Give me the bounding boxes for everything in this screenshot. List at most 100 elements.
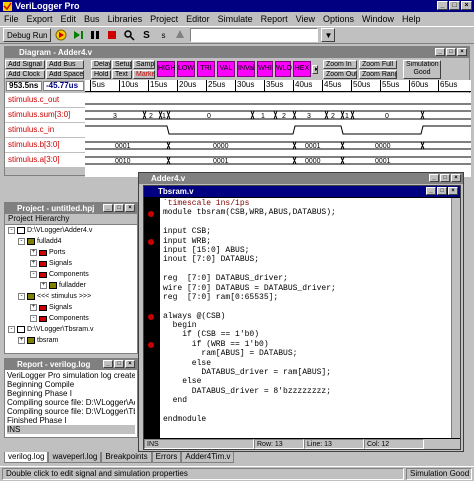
pattern-tri-button[interactable]: TRI xyxy=(197,61,215,77)
module-icon xyxy=(27,293,35,300)
pattern-hex-button[interactable]: HEX xyxy=(293,61,311,77)
adder4-close[interactable]: × xyxy=(451,174,461,182)
menu-edit[interactable]: Edit xyxy=(61,14,77,24)
tree-node[interactable]: - Components xyxy=(30,314,89,323)
pattern-low-button[interactable]: LOW xyxy=(177,61,195,77)
menu-export[interactable]: Export xyxy=(27,14,53,24)
adder4-maximize[interactable]: □ xyxy=(440,174,450,182)
menu-libraries[interactable]: Libraries xyxy=(108,14,143,24)
marker-button[interactable]: Marker xyxy=(133,70,155,79)
tree-node[interactable]: + Signals xyxy=(30,259,72,268)
editor-vertical-scrollbar[interactable] xyxy=(451,198,460,438)
breakpoint-icon[interactable] xyxy=(173,28,187,42)
menu-bus[interactable]: Bus xyxy=(84,14,100,24)
simulation-status-button[interactable]: Simulation Good xyxy=(403,60,441,79)
time-ruler[interactable]: 5us 10us 15us 20us 25us 30us 35us 40us 4… xyxy=(85,80,471,92)
zoom-out-button[interactable]: Zoom Out xyxy=(323,70,357,79)
pattern-inval-button[interactable]: INVal xyxy=(237,61,255,77)
menu-view[interactable]: View xyxy=(296,14,315,24)
project-close[interactable]: × xyxy=(125,204,135,212)
add-spacer-button[interactable]: Add Spacer xyxy=(46,70,84,79)
tab-errors[interactable]: Errors xyxy=(151,452,182,463)
tbsram-close[interactable]: × xyxy=(448,187,458,195)
project-maximize[interactable]: □ xyxy=(114,204,124,212)
menu-report[interactable]: Report xyxy=(261,14,288,24)
zoom-full-button[interactable]: Zoom Full xyxy=(359,60,397,69)
menu-help[interactable]: Help xyxy=(402,14,421,24)
s-toggle[interactable]: S xyxy=(139,28,153,42)
add-bus-button[interactable]: Add Bus xyxy=(46,60,84,69)
hold-button[interactable]: Hold xyxy=(91,70,111,79)
tbsram-minimize[interactable]: _ xyxy=(426,187,436,195)
zoom-in-button[interactable]: Zoom In xyxy=(323,60,357,69)
signal-name-c-out[interactable]: stimulus.c_out xyxy=(5,93,85,108)
diagram-maximize[interactable]: □ xyxy=(446,48,456,56)
pattern-high-button[interactable]: HIGH xyxy=(157,61,176,77)
menu-project[interactable]: Project xyxy=(150,14,178,24)
step-icon[interactable] xyxy=(71,28,85,42)
text-button[interactable]: Text xyxy=(112,70,132,79)
breakpoint-icon[interactable] xyxy=(148,314,154,320)
pattern-wlo-button[interactable]: WLO xyxy=(275,61,292,77)
waveform-area[interactable]: 3 2 1 0 1 2 3 2 1 1 0 0001 0000 0001 000… xyxy=(85,93,471,177)
diagram-close[interactable]: × xyxy=(457,48,467,56)
close-button[interactable]: × xyxy=(461,1,472,10)
toolbar-search-input[interactable] xyxy=(190,28,319,42)
tab-breakpoints[interactable]: Breakpoints xyxy=(101,452,152,463)
pause-icon[interactable] xyxy=(88,28,102,42)
signal-name-sum[interactable]: stimulus.sum[3:0] xyxy=(5,108,85,123)
adder4-minimize[interactable]: _ xyxy=(429,174,439,182)
pattern-val-button[interactable]: VAL xyxy=(217,61,235,77)
code-editor[interactable]: `timescale 1ns/1ps module tbsram(CSB,WRB… xyxy=(160,198,452,438)
report-close[interactable]: × xyxy=(125,360,135,368)
s-lower-icon[interactable]: s xyxy=(156,28,170,42)
report-minimize[interactable]: _ xyxy=(103,360,113,368)
find-icon[interactable] xyxy=(122,28,136,42)
setup-button[interactable]: Setup xyxy=(112,60,132,69)
tree-node[interactable]: + tbsram xyxy=(18,336,58,345)
stop-icon[interactable] xyxy=(105,28,119,42)
breakpoint-icon[interactable] xyxy=(148,342,154,348)
wave-a-bus xyxy=(85,156,471,165)
tree-node[interactable]: - D:\VLogger\Adder4.v xyxy=(8,226,92,235)
tree-node[interactable]: - Components xyxy=(30,270,89,279)
add-clock-button[interactable]: Add Clock xyxy=(5,70,45,79)
menu-file[interactable]: File xyxy=(4,14,19,24)
signal-name-b[interactable]: stimulus.b[3:0] xyxy=(5,138,85,153)
report-content[interactable]: VeriLogger Pro simulation log created Be… xyxy=(5,370,137,435)
tree-node[interactable]: + fulladder xyxy=(40,281,86,290)
dropdown-button[interactable]: ▼ xyxy=(321,28,336,42)
minimize-button[interactable]: _ xyxy=(437,1,448,10)
breakpoint-gutter[interactable] xyxy=(144,198,160,438)
tree-node[interactable]: - fulladd4 xyxy=(18,237,62,246)
add-signal-button[interactable]: Add Signal xyxy=(5,60,45,69)
folder-icon xyxy=(39,305,47,311)
pattern-whi-button[interactable]: WHI xyxy=(257,61,273,77)
tab-adder4tim[interactable]: Adder4Tim.v xyxy=(181,452,235,463)
zoom-range-button[interactable]: Zoom Range xyxy=(359,70,397,79)
tbsram-maximize[interactable]: □ xyxy=(437,187,447,195)
signal-name-a[interactable]: stimulus.a[3:0] xyxy=(5,153,85,168)
tab-waveperl-log[interactable]: waveperl.log xyxy=(48,452,102,463)
breakpoint-icon[interactable] xyxy=(148,239,154,245)
menu-options[interactable]: Options xyxy=(323,14,354,24)
signal-name-c-in[interactable]: stimulus.c_in xyxy=(5,123,85,138)
sample-button[interactable]: Sample xyxy=(133,60,155,69)
tree-node[interactable]: + Signals xyxy=(30,303,72,312)
report-maximize[interactable]: □ xyxy=(114,360,124,368)
debug-run-button[interactable]: Debug Run xyxy=(3,28,52,42)
pattern-more-button[interactable]: ▸ xyxy=(312,65,318,74)
diagram-minimize[interactable]: _ xyxy=(435,48,445,56)
run-icon[interactable] xyxy=(54,28,68,42)
tree-node[interactable]: - D:\VLogger\Tbsram.v xyxy=(8,325,94,334)
tree-node[interactable]: - <<< stimulus >>> xyxy=(18,292,91,301)
project-minimize[interactable]: _ xyxy=(103,204,113,212)
maximize-button[interactable]: □ xyxy=(449,1,460,10)
delay-button[interactable]: Delay xyxy=(91,60,111,69)
menu-editor[interactable]: Editor xyxy=(186,14,210,24)
breakpoint-icon[interactable] xyxy=(148,211,154,217)
tab-verilog-log[interactable]: verilog.log xyxy=(4,452,49,463)
tree-node[interactable]: + Ports xyxy=(30,248,65,257)
menu-simulate[interactable]: Simulate xyxy=(218,14,253,24)
menu-window[interactable]: Window xyxy=(362,14,394,24)
